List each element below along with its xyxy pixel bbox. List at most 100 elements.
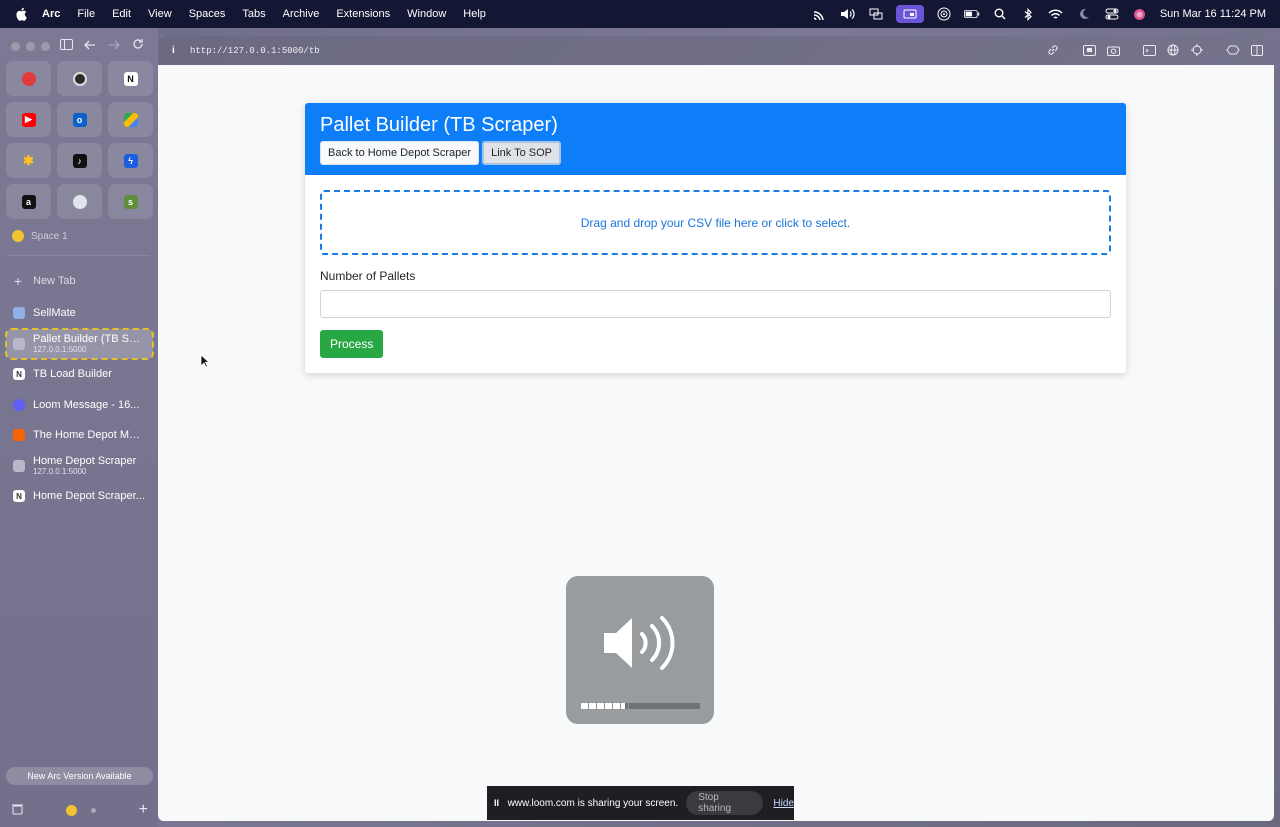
header-buttons: Back to Home Depot Scraper Link To SOP [320, 141, 1111, 165]
volume-hud [566, 576, 714, 724]
menu-help[interactable]: Help [463, 8, 486, 20]
favorite-tile[interactable]: o [57, 102, 102, 137]
tab-title: Home Depot Scraper [33, 455, 137, 467]
sidebar-tab-loom-message[interactable]: Loom Message - 16... [6, 390, 153, 420]
sidebar-tab-pallet-builder[interactable]: Pallet Builder (TB Scraper) 127.0.0.1:50… [5, 327, 154, 360]
notion-icon: N [123, 71, 138, 86]
camera-icon[interactable] [1106, 43, 1120, 57]
cloud-icon [72, 194, 87, 209]
speaker-icon [604, 616, 675, 670]
link-to-sop-button[interactable]: Link To SOP [482, 141, 562, 165]
menu-app-name[interactable]: Arc [42, 8, 60, 20]
favorite-tile[interactable] [108, 102, 153, 137]
sidebar-tab-tb-load-builder[interactable]: N TB Load Builder [6, 359, 153, 389]
battery-icon[interactable] [963, 7, 980, 21]
reload-icon[interactable] [130, 38, 146, 53]
sidebar-tab-home-depot-marketplace[interactable]: The Home Depot Mar... [6, 420, 153, 450]
sidebar-tab-home-depot-scraper-notion[interactable]: N Home Depot Scraper... [6, 481, 153, 511]
favorite-tile[interactable]: ♪ [57, 143, 102, 178]
favorite-tile[interactable] [6, 61, 51, 96]
loom-icon [13, 398, 25, 411]
extensions-icon[interactable] [1226, 43, 1240, 57]
screen-share-icon[interactable] [895, 5, 924, 23]
google-drive-icon [123, 112, 138, 127]
favorite-tile[interactable]: s [108, 184, 153, 219]
menu-archive[interactable]: Archive [283, 8, 320, 20]
favorite-tile[interactable] [57, 184, 102, 219]
globe-icon[interactable] [1166, 43, 1180, 57]
wifi-icon[interactable] [1048, 7, 1064, 21]
pallets-input[interactable] [320, 290, 1111, 318]
back-to-home-depot-button[interactable]: Back to Home Depot Scraper [320, 141, 480, 165]
space-1-dot[interactable] [66, 804, 78, 816]
hide-sharing-bar-link[interactable]: Hide [773, 798, 794, 809]
zoom-window-button[interactable] [41, 42, 50, 51]
stop-sharing-button[interactable]: Stop sharing [686, 791, 764, 815]
card-header: Pallet Builder (TB Scraper) Back to Home… [305, 103, 1126, 175]
tab-list: SellMate Pallet Builder (TB Scraper) 127… [5, 298, 154, 512]
menu-clock[interactable]: Sun Mar 16 11:24 PM [1160, 8, 1266, 20]
favorite-tile[interactable]: ▶ [6, 102, 51, 137]
split-view-icon[interactable] [1250, 43, 1264, 57]
apple-icon[interactable] [14, 7, 28, 21]
control-center-icon[interactable] [1104, 7, 1120, 21]
copy-link-icon[interactable] [1046, 43, 1060, 57]
space-2-dot[interactable] [91, 807, 97, 813]
menu-file[interactable]: File [77, 8, 95, 20]
minimize-window-button[interactable] [26, 42, 35, 51]
notion-icon: N [13, 490, 25, 502]
lightning-icon: ϟ [123, 153, 138, 168]
sidebar-tab-sellmate[interactable]: SellMate [6, 298, 153, 328]
pallets-label: Number of Pallets [320, 269, 416, 283]
macos-menu-bar: Arc File Edit View Spaces Tabs Archive E… [0, 0, 1280, 28]
page-title: Pallet Builder (TB Scraper) [320, 114, 558, 136]
display-mirroring-icon[interactable] [868, 7, 884, 21]
tab-title: Pallet Builder (TB Scraper) [33, 333, 145, 345]
capture-icon[interactable] [1082, 43, 1096, 57]
siri-icon[interactable] [1132, 7, 1148, 21]
volume-icon[interactable] [840, 7, 856, 21]
csv-dropzone[interactable]: Drag and drop your CSV file here or clic… [320, 190, 1111, 255]
new-tab-button[interactable]: + New Tab [12, 273, 76, 289]
back-arrow-icon[interactable] [82, 38, 98, 53]
add-space-icon[interactable]: + [139, 801, 148, 819]
close-window-button[interactable] [11, 42, 20, 51]
target-crosshair-icon[interactable] [1190, 43, 1204, 57]
menu-view[interactable]: View [148, 8, 172, 20]
process-button[interactable]: Process [320, 330, 384, 358]
sidebar-toggle-icon[interactable] [58, 38, 74, 53]
menu-tabs[interactable]: Tabs [242, 8, 265, 20]
sidebar-nav [58, 38, 146, 53]
dropzone-text: Drag and drop your CSV file here or clic… [580, 215, 851, 230]
favorite-tile[interactable]: ϟ [108, 143, 153, 178]
pause-icon[interactable]: II [494, 798, 502, 808]
space-label[interactable]: Space 1 [12, 230, 68, 242]
favorite-tile[interactable]: N [108, 61, 153, 96]
menu-window[interactable]: Window [407, 8, 446, 20]
terminal-icon[interactable] [1142, 43, 1156, 57]
page-icon [13, 337, 25, 350]
menu-spaces[interactable]: Spaces [189, 8, 226, 20]
spotlight-search-icon[interactable] [992, 7, 1008, 21]
tab-subtitle: 127.0.0.1:5000 [33, 467, 87, 476]
sidebar-divider [8, 255, 150, 256]
walmart-icon: ✱ [23, 152, 34, 168]
bluetooth-icon[interactable] [1020, 7, 1036, 21]
favorite-tile[interactable] [57, 61, 102, 96]
favorite-tile[interactable]: a [6, 184, 51, 219]
sellmate-icon [13, 307, 25, 319]
favorite-tile[interactable]: ✱ [6, 143, 51, 178]
focus-moon-icon[interactable] [1076, 7, 1092, 21]
volume-ticks [581, 703, 629, 709]
page-icon [13, 459, 25, 472]
forward-arrow-icon[interactable] [106, 38, 122, 53]
airdrop-icon[interactable] [936, 7, 952, 21]
url-text[interactable]: http://127.0.0.1:5000/tb [190, 46, 320, 56]
site-info-icon[interactable]: i [172, 45, 182, 56]
menu-extensions[interactable]: Extensions [336, 8, 390, 20]
menu-edit[interactable]: Edit [112, 8, 131, 20]
cast-icon[interactable] [812, 7, 828, 21]
sidebar-tab-home-depot-scraper[interactable]: Home Depot Scraper 127.0.0.1:5000 [6, 451, 153, 481]
archive-icon[interactable] [12, 803, 24, 818]
update-available-button[interactable]: New Arc Version Available [6, 767, 153, 785]
